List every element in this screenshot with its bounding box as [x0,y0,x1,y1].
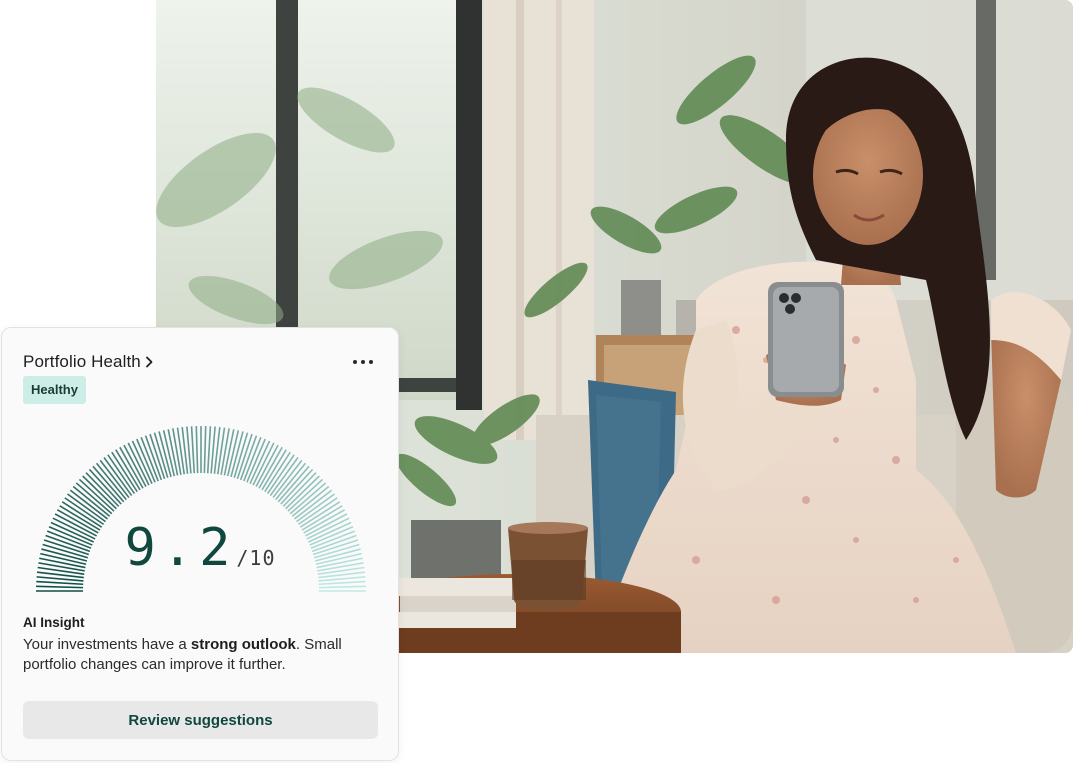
gauge-tick [203,426,207,474]
review-suggestions-button[interactable]: Review suggestions [23,701,378,739]
health-score: 9.2/10 [2,518,398,578]
card-header: Portfolio Health [23,350,376,374]
insight-text-before: Your investments have a [23,636,191,653]
score-value: 9.2 [124,518,237,578]
gauge-tick [36,585,84,589]
more-horizontal-icon [353,360,373,364]
gauge-tick [206,426,212,474]
insight-text-bold: strong outlook [190,636,296,653]
gauge-tick [190,426,196,474]
gauge-tick [318,580,366,586]
ai-insight-label: AI Insight [23,615,85,630]
gauge-tick [220,428,230,475]
gauge-tick [36,580,84,586]
more-options-button[interactable] [350,352,376,372]
gauge-tick [318,585,366,589]
ai-insight-text: Your investments have a strong outlook. … [23,635,383,675]
status-badge: Healthy [23,376,86,404]
portfolio-health-title-link[interactable]: Portfolio Health [23,352,154,372]
gauge-tick [195,426,199,474]
score-max: /10 [236,546,276,570]
chevron-right-icon [145,356,153,368]
card-title: Portfolio Health [23,352,141,371]
gauge-tick [172,428,182,475]
portfolio-health-card: Portfolio Health Healthy 9.2/10 AI Insig… [1,327,399,761]
